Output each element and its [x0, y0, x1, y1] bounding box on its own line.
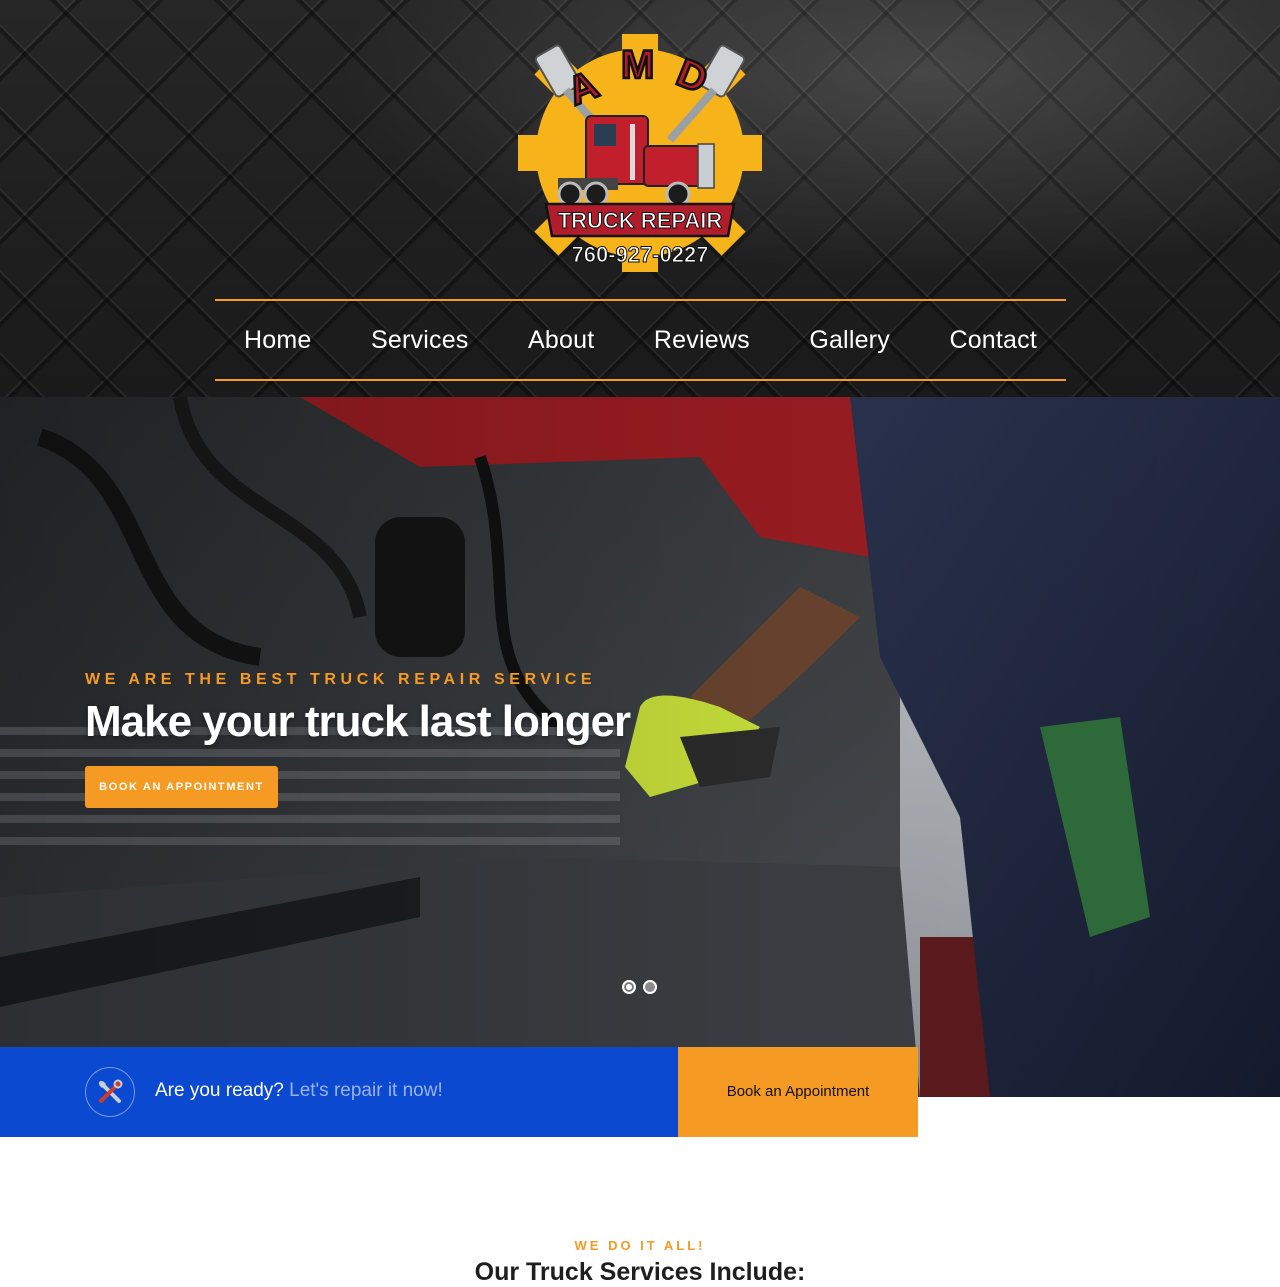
tools-icon	[85, 1067, 135, 1117]
nav-item-home[interactable]: Home	[244, 326, 312, 355]
ready-accent-text: Let's repair it now!	[289, 1080, 443, 1101]
hero-title: Make your truck last longer	[85, 697, 631, 746]
book-appointment-button[interactable]: BOOK AN APPOINTMENT	[85, 766, 278, 808]
svg-text:M: M	[621, 43, 654, 87]
nav-item-reviews[interactable]: Reviews	[654, 326, 750, 355]
book-appointment-block-button[interactable]: Book an Appointment	[678, 1047, 918, 1137]
nav-item-services[interactable]: Services	[371, 326, 468, 355]
hero-tagline: WE ARE THE BEST TRUCK REPAIR SERVICE	[85, 671, 597, 688]
ready-text: Are you ready? Let's repair it now!	[155, 1080, 443, 1102]
hero-overlay	[0, 397, 1280, 1097]
services-title: Our Truck Services Include:	[474, 1258, 806, 1286]
amd-truck-repair-logo[interactable]: A M D TRUCK REPAIR 760-927-0227	[518, 28, 762, 274]
slider-dot-2[interactable]	[643, 980, 657, 994]
svg-text:TRUCK REPAIR: TRUCK REPAIR	[558, 208, 723, 233]
nav-item-gallery[interactable]: Gallery	[809, 326, 890, 355]
nav-item-contact[interactable]: Contact	[949, 326, 1037, 355]
ready-question: Are you ready?	[155, 1080, 284, 1101]
nav-item-about[interactable]: About	[528, 326, 594, 355]
hero-slider	[0, 397, 1280, 1097]
services-eyebrow: WE DO IT ALL!	[574, 1238, 706, 1253]
logo-phone: 760-927-0227	[571, 242, 708, 267]
main-nav: Home Services About Reviews Gallery Cont…	[215, 299, 1066, 381]
slider-dot-1[interactable]	[622, 980, 636, 994]
site-header: A M D TRUCK REPAIR 760-927-0227 Home Ser…	[0, 0, 1280, 397]
